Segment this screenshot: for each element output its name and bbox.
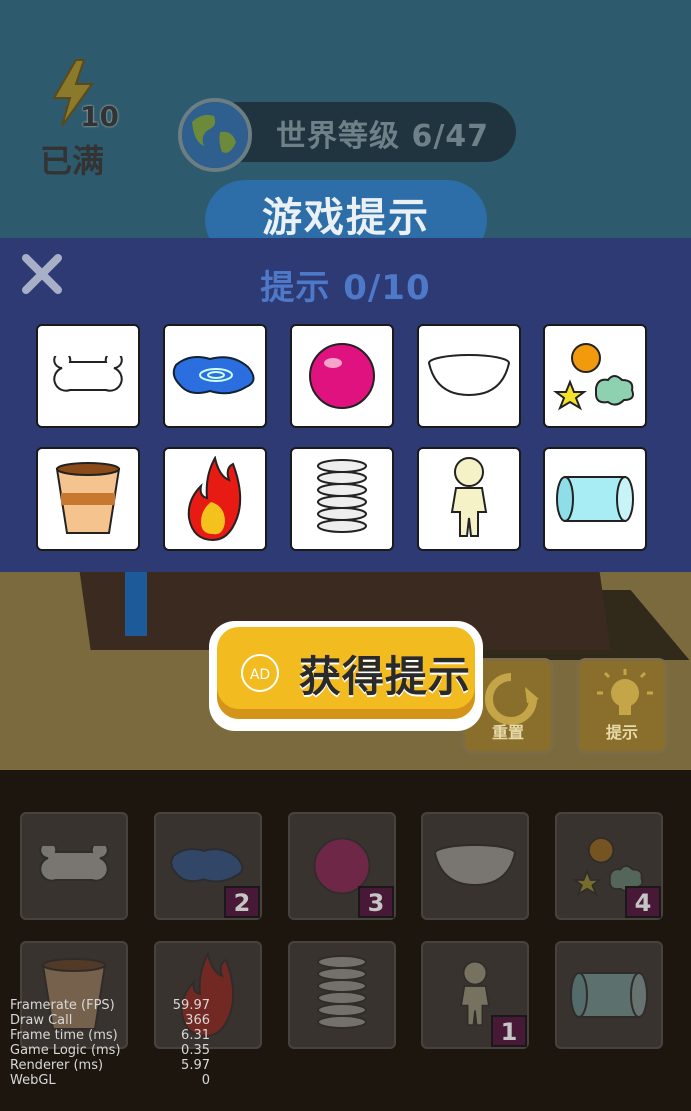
stat-label: WebGL	[10, 1073, 56, 1088]
stat-label: Renderer (ms)	[10, 1058, 104, 1073]
world-level-label: 世界等级 6/47	[276, 119, 490, 154]
inventory-slot-star-cloud[interactable]: 4	[555, 812, 663, 920]
inventory-slot-bowl[interactable]	[421, 812, 529, 920]
slot-count-badge: 3	[358, 886, 394, 918]
ad-button-label: 获得提示	[299, 652, 472, 701]
stat-row: Game Logic (ms) 0.35	[10, 1043, 210, 1058]
fire-icon	[187, 456, 242, 542]
hint-card-bowl[interactable]	[417, 324, 521, 428]
hint-tool-button[interactable]: 提示	[576, 658, 668, 754]
hint-card-fire[interactable]	[163, 447, 267, 551]
hint-card-water[interactable]	[163, 324, 267, 428]
hint-panel: 提示 0/10	[0, 238, 691, 572]
hint-card-figure[interactable]	[417, 447, 521, 551]
inventory-slot-ball[interactable]: 3	[288, 812, 396, 920]
pink-ball-icon	[309, 343, 375, 409]
stat-value: 0	[201, 1073, 210, 1088]
slot-count-badge: 4	[625, 886, 661, 918]
scene-blue-strip	[125, 570, 147, 636]
stat-row: Frame time (ms) 6.31	[10, 1028, 210, 1043]
hint-card-ball[interactable]	[290, 324, 394, 428]
bowl-icon	[434, 844, 516, 887]
energy-status: 已满	[40, 142, 105, 180]
performance-stats: Framerate (FPS) 59.97 Draw Call 366 Frame …	[10, 998, 210, 1088]
glass-tube-icon	[556, 476, 634, 522]
stat-label: Framerate (FPS)	[10, 998, 115, 1013]
bone-icon	[39, 846, 109, 882]
hint-card-star-cloud[interactable]	[543, 324, 647, 428]
cup-icon	[55, 462, 121, 534]
slot-count-badge: 2	[224, 886, 260, 918]
get-hint-ad-button[interactable]: AD 获得提示	[209, 621, 483, 731]
figure-icon	[450, 457, 488, 537]
stat-row: Framerate (FPS) 59.97	[10, 998, 210, 1013]
world-level-bar[interactable]: 世界等级 6/47	[178, 98, 516, 172]
hint-card-bone[interactable]	[36, 324, 140, 428]
stat-value: 0.35	[181, 1043, 210, 1058]
bowl-icon	[428, 354, 510, 397]
globe-icon	[178, 98, 252, 172]
lightbulb-icon	[597, 669, 653, 715]
stat-label: Draw Call	[10, 1013, 73, 1028]
stat-row: Renderer (ms) 5.97	[10, 1058, 210, 1073]
inventory-slot-water[interactable]: 2	[154, 812, 262, 920]
spring-icon	[317, 459, 367, 533]
reset-label: 重置	[491, 723, 524, 742]
stat-value: 5.97	[181, 1058, 210, 1073]
ad-badge: AD	[241, 654, 279, 692]
stat-value: 6.31	[181, 1028, 210, 1043]
energy-count: 10	[80, 100, 119, 133]
bone-icon	[53, 356, 123, 392]
hint-card-spring[interactable]	[290, 447, 394, 551]
hint-card-cup[interactable]	[36, 447, 140, 551]
stat-row: WebGL 0	[10, 1073, 210, 1088]
inventory-slot-tube[interactable]	[555, 941, 663, 1049]
water-puddle-icon	[172, 356, 255, 395]
panel-title: 提示 0/10	[260, 268, 431, 308]
spring-icon	[317, 955, 367, 1029]
slot-count-badge: 1	[491, 1015, 527, 1047]
inventory-slot-bone[interactable]	[20, 812, 128, 920]
hint-card-tube[interactable]	[543, 447, 647, 551]
stat-value: 366	[185, 1013, 210, 1028]
stat-value: 59.97	[172, 998, 210, 1013]
glass-tube-icon	[570, 972, 648, 1018]
stat-label: Frame time (ms)	[10, 1028, 118, 1043]
water-puddle-icon	[170, 848, 244, 883]
hint-tool-label: 提示	[605, 723, 638, 742]
star-cloud-orb-icon	[553, 343, 634, 411]
stat-label: Game Logic (ms)	[10, 1043, 121, 1058]
energy-indicator[interactable]: 10 已满	[40, 58, 130, 180]
ad-button-face: AD 获得提示	[217, 627, 475, 719]
stat-row: Draw Call 366	[10, 1013, 210, 1028]
inventory-slot-figure[interactable]: 1	[421, 941, 529, 1049]
inventory-slot-spring[interactable]	[288, 941, 396, 1049]
